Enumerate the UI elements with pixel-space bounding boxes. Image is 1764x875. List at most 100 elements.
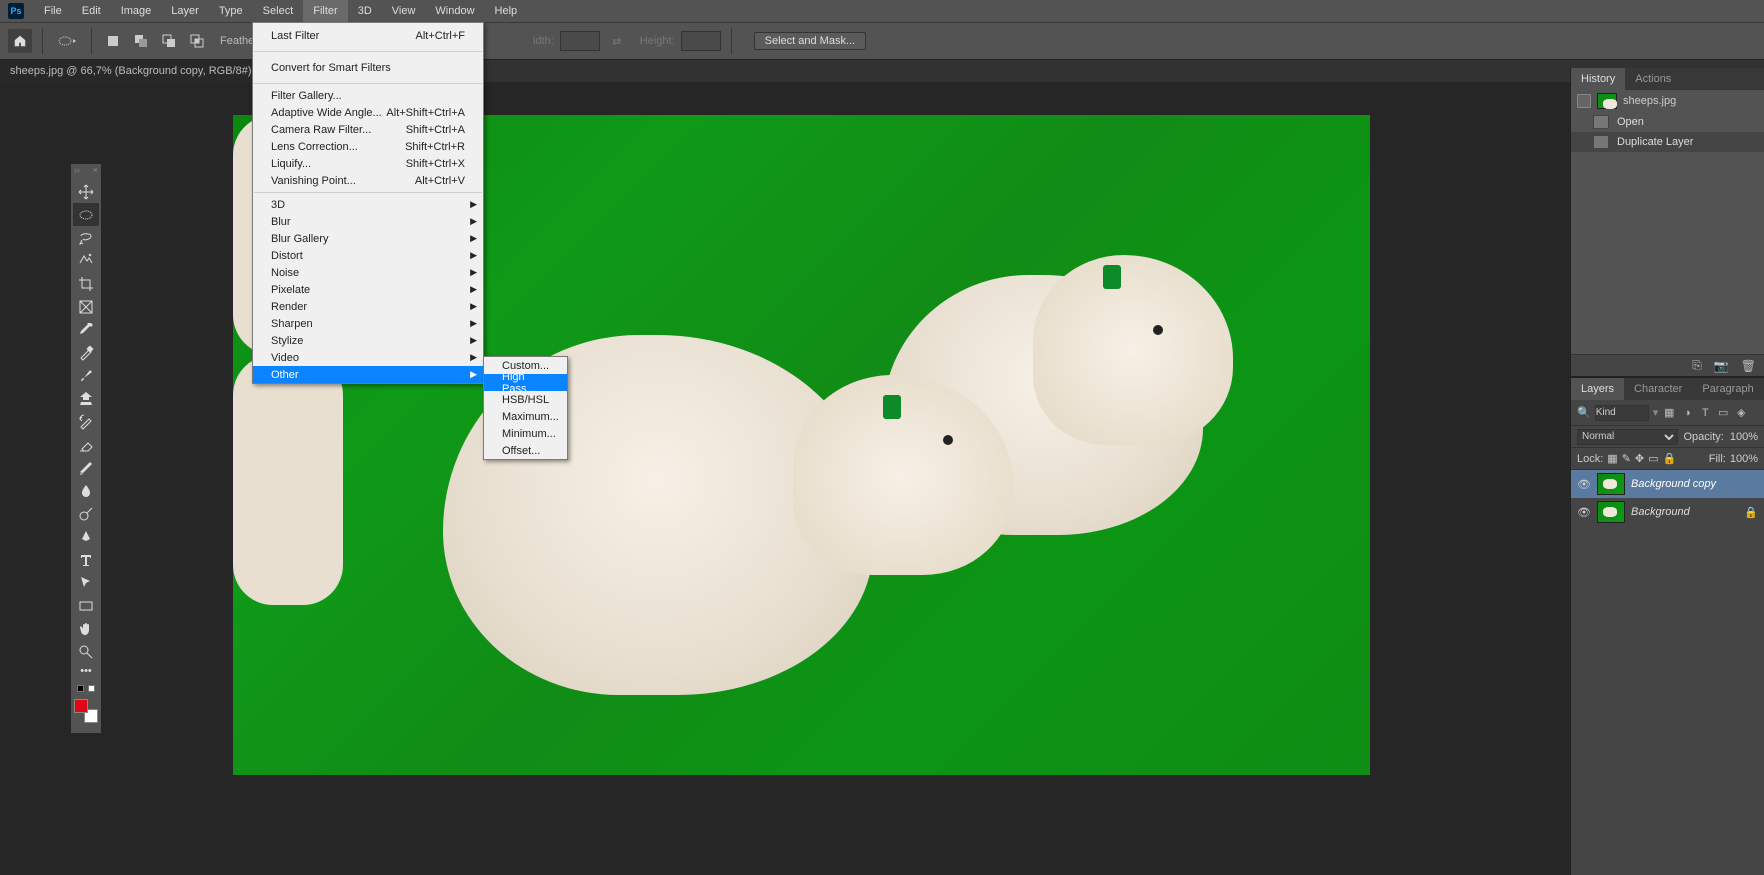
height-input[interactable] (681, 31, 721, 51)
menu-last-filter[interactable]: Last FilterAlt+Ctrl+F (253, 23, 483, 48)
lock-all-icon[interactable]: 🔒 (1663, 452, 1677, 465)
tab-layers[interactable]: Layers (1571, 378, 1624, 400)
menu-blur-gallery-sub[interactable]: Blur Gallery▶ (253, 230, 483, 247)
frame-tool[interactable] (73, 295, 99, 318)
blend-mode-select[interactable]: Normal (1577, 429, 1678, 445)
crop-tool[interactable] (73, 272, 99, 295)
menu-filter-gallery[interactable]: Filter Gallery... (253, 87, 483, 104)
blur-tool[interactable] (73, 479, 99, 502)
create-snapshot-icon[interactable]: 📷 (1714, 359, 1729, 373)
layer-kind-filter[interactable] (1595, 405, 1649, 421)
path-select-tool[interactable] (73, 571, 99, 594)
document-tab[interactable]: sheeps.jpg @ 66,7% (Background copy, RGB… (0, 60, 284, 82)
menu-stylize-sub[interactable]: Stylize▶ (253, 332, 483, 349)
clone-stamp-tool[interactable] (73, 387, 99, 410)
eraser-tool[interactable] (73, 433, 99, 456)
lasso-tool[interactable] (73, 226, 99, 249)
intersect-selection-icon[interactable] (186, 30, 208, 52)
foreground-background-colors[interactable] (74, 699, 98, 723)
eyedropper-tool[interactable] (73, 318, 99, 341)
menu-edit[interactable]: Edit (72, 0, 111, 22)
menu-filter[interactable]: Filter (303, 0, 347, 22)
filter-pixel-icon[interactable]: ▦ (1662, 406, 1676, 420)
menu-lens-correction[interactable]: Lens Correction...Shift+Ctrl+R (253, 138, 483, 155)
menu-render-sub[interactable]: Render▶ (253, 298, 483, 315)
menu-type[interactable]: Type (209, 0, 253, 22)
quick-select-tool[interactable] (73, 249, 99, 272)
filter-smart-icon[interactable]: ◈ (1734, 406, 1748, 420)
subtract-selection-icon[interactable] (158, 30, 180, 52)
menu-3d-sub[interactable]: 3D▶ (253, 196, 483, 213)
menu-vanishing-point[interactable]: Vanishing Point...Alt+Ctrl+V (253, 172, 483, 189)
tool-preset-picker[interactable] (53, 29, 81, 53)
gradient-tool[interactable] (73, 456, 99, 479)
menu-3d[interactable]: 3D (348, 0, 382, 22)
layer-background[interactable]: 👁 Background 🔒 (1571, 498, 1764, 526)
menu-pixelate-sub[interactable]: Pixelate▶ (253, 281, 483, 298)
filter-type-icon[interactable]: T (1698, 406, 1712, 420)
menu-camera-raw[interactable]: Camera Raw Filter...Shift+Ctrl+A (253, 121, 483, 138)
tab-actions[interactable]: Actions (1625, 68, 1681, 90)
menu-high-pass[interactable]: High Pass... (484, 374, 567, 391)
menu-image[interactable]: Image (111, 0, 162, 22)
menu-noise-sub[interactable]: Noise▶ (253, 264, 483, 281)
edit-toolbar[interactable]: ••• (73, 663, 99, 679)
filter-adjust-icon[interactable]: ◑ (1680, 406, 1694, 420)
filter-shape-icon[interactable]: ▭ (1716, 406, 1730, 420)
history-document[interactable]: sheeps.jpg (1571, 90, 1764, 112)
history-step-duplicate[interactable]: Duplicate Layer (1571, 132, 1764, 152)
tab-paragraph[interactable]: Paragraph (1692, 378, 1763, 400)
menu-blur-sub[interactable]: Blur▶ (253, 213, 483, 230)
menu-sharpen-sub[interactable]: Sharpen▶ (253, 315, 483, 332)
opacity-value[interactable]: 100% (1730, 431, 1758, 443)
menu-distort-sub[interactable]: Distort▶ (253, 247, 483, 264)
menu-liquify[interactable]: Liquify...Shift+Ctrl+X (253, 155, 483, 172)
marquee-tool[interactable] (73, 203, 99, 226)
hand-tool[interactable] (73, 617, 99, 640)
visibility-icon[interactable]: 👁 (1577, 506, 1591, 519)
brush-tool[interactable] (73, 364, 99, 387)
rectangle-tool[interactable] (73, 594, 99, 617)
home-button[interactable] (8, 29, 32, 53)
delete-state-icon[interactable]: 🗑 (1741, 359, 1756, 373)
lock-transparent-icon[interactable]: ▦ (1607, 452, 1617, 465)
healing-brush-tool[interactable] (73, 341, 99, 364)
tab-history[interactable]: History (1571, 68, 1625, 90)
fill-value[interactable]: 100% (1730, 453, 1758, 465)
swap-dimensions-icon[interactable]: ⇄ (606, 30, 628, 52)
pen-tool[interactable] (73, 525, 99, 548)
tab-character[interactable]: Character (1624, 378, 1692, 400)
width-input[interactable] (560, 31, 600, 51)
history-brush-tool[interactable] (73, 410, 99, 433)
zoom-tool[interactable] (73, 640, 99, 663)
menu-window[interactable]: Window (425, 0, 484, 22)
menu-adaptive-wide-angle[interactable]: Adaptive Wide Angle...Alt+Shift+Ctrl+A (253, 104, 483, 121)
menu-maximum[interactable]: Maximum... (484, 408, 567, 425)
menu-select[interactable]: Select (253, 0, 304, 22)
menu-hsb-hsl[interactable]: HSB/HSL (484, 391, 567, 408)
menu-help[interactable]: Help (485, 0, 528, 22)
toolbox-header[interactable]: ››× (71, 164, 101, 176)
lock-pixels-icon[interactable]: ✎ (1622, 452, 1631, 465)
menu-file[interactable]: File (34, 0, 72, 22)
lock-artboard-icon[interactable]: ▭ (1648, 452, 1658, 465)
menu-convert-smart-filters[interactable]: Convert for Smart Filters (253, 55, 483, 80)
menu-offset[interactable]: Offset... (484, 442, 567, 459)
type-tool[interactable] (73, 548, 99, 571)
add-selection-icon[interactable] (130, 30, 152, 52)
menu-view[interactable]: View (382, 0, 426, 22)
new-selection-icon[interactable] (102, 30, 124, 52)
history-step-open[interactable]: Open (1571, 112, 1764, 132)
dodge-tool[interactable] (73, 502, 99, 525)
create-document-icon[interactable]: ⎘ (1692, 358, 1702, 373)
menu-minimum[interactable]: Minimum... (484, 425, 567, 442)
menu-video-sub[interactable]: Video▶ (253, 349, 483, 366)
foreground-color-swatch[interactable] (74, 699, 88, 713)
visibility-icon[interactable]: 👁 (1577, 478, 1591, 491)
default-colors-icon[interactable] (75, 685, 97, 695)
menu-other-sub[interactable]: Other▶ (253, 366, 483, 383)
menu-layer[interactable]: Layer (161, 0, 209, 22)
lock-position-icon[interactable]: ✥ (1635, 452, 1644, 465)
layer-background-copy[interactable]: 👁 Background copy (1571, 470, 1764, 498)
move-tool[interactable] (73, 180, 99, 203)
